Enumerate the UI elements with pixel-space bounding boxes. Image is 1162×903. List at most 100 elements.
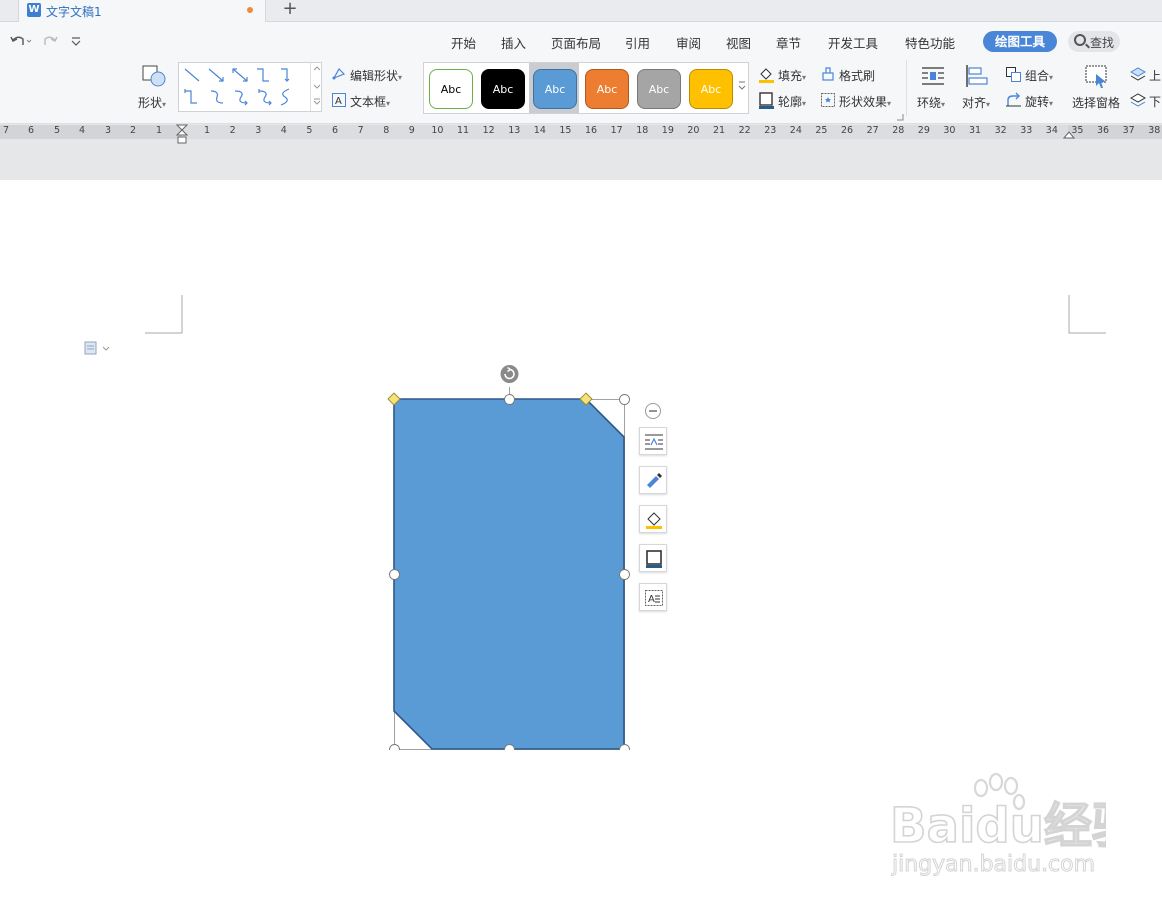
edit-shape-button[interactable]: 编辑形状▾ bbox=[331, 66, 415, 84]
style-swatch-4[interactable]: Abc bbox=[585, 69, 629, 109]
menu-page-layout[interactable]: 页面布局 bbox=[551, 33, 601, 52]
menu-references[interactable]: 引用 bbox=[625, 33, 650, 52]
wrap-label: 环绕 bbox=[917, 96, 942, 110]
shape-body[interactable] bbox=[393, 398, 625, 750]
bring-forward-button[interactable]: 上 bbox=[1129, 66, 1162, 84]
align-button[interactable]: 对齐▾ bbox=[960, 62, 996, 114]
float-outline-button[interactable] bbox=[639, 544, 667, 572]
document-page[interactable]: A Baidu经验 jingyan.baidu.com bbox=[0, 180, 1162, 903]
style-gallery-more-icon[interactable] bbox=[737, 77, 747, 97]
wrap-button[interactable]: 环绕▾ bbox=[916, 62, 952, 114]
ruler-tick-label: 21 bbox=[713, 125, 726, 136]
undo-icon[interactable] bbox=[10, 34, 32, 52]
customize-icon[interactable] bbox=[70, 34, 82, 52]
line-shapes-icon bbox=[184, 68, 290, 106]
document-tab[interactable]: W 文字文稿1 bbox=[18, 0, 266, 22]
lines-gallery-scroll[interactable] bbox=[310, 63, 322, 111]
outline-label: 轮廓 bbox=[778, 95, 803, 109]
menu-drawing-tools[interactable]: 绘图工具 bbox=[983, 31, 1057, 52]
float-wrap-button[interactable] bbox=[639, 427, 667, 455]
fill-bucket-icon bbox=[759, 68, 774, 83]
dialog-launcher-icon[interactable] bbox=[896, 110, 904, 121]
send-backward-icon bbox=[1129, 93, 1146, 107]
outline-icon bbox=[759, 92, 774, 109]
ruler-tick-label: 23 bbox=[764, 125, 777, 136]
redo-icon[interactable] bbox=[42, 34, 58, 52]
menu-review[interactable]: 审阅 bbox=[676, 33, 701, 52]
edit-shape-icon bbox=[332, 68, 346, 80]
format-painter-label: 格式刷 bbox=[839, 69, 876, 83]
resize-handle-bottom-right[interactable] bbox=[619, 744, 630, 751]
rotate-icon bbox=[1006, 92, 1021, 107]
search-button[interactable]: 查找 bbox=[1068, 31, 1120, 52]
shapes-icon bbox=[142, 65, 166, 87]
shape-style-icon bbox=[647, 473, 662, 488]
ruler-tick-label: 25 bbox=[815, 125, 828, 136]
format-painter-button[interactable]: 格式刷 bbox=[820, 66, 880, 84]
float-textbox-button[interactable]: A bbox=[639, 583, 667, 611]
new-tab-button[interactable]: + bbox=[280, 0, 300, 20]
ruler-tick-label: 2 bbox=[130, 125, 137, 136]
send-backward-button[interactable]: 下 bbox=[1129, 92, 1162, 110]
resize-handle-top-right[interactable] bbox=[619, 394, 630, 405]
group-button[interactable]: 组合▾ bbox=[1005, 66, 1061, 84]
menu-developer[interactable]: 开发工具 bbox=[828, 33, 878, 52]
style-swatch-2[interactable]: Abc bbox=[481, 69, 525, 109]
ruler-tick-label: 17 bbox=[610, 125, 623, 136]
shape-button[interactable]: 形状▾ bbox=[136, 62, 172, 112]
ruler-tick-label: 19 bbox=[661, 125, 674, 136]
indent-marker-icon[interactable] bbox=[176, 124, 188, 146]
ruler-tick-label: 7 bbox=[357, 125, 364, 136]
ruler-tick-label: 37 bbox=[1122, 125, 1135, 136]
ruler-tick-label: 38 bbox=[1148, 125, 1161, 136]
menu-special-features[interactable]: 特色功能 bbox=[905, 33, 955, 52]
menu-start[interactable]: 开始 bbox=[451, 33, 476, 52]
textbox-button[interactable]: A 文本框▾ bbox=[331, 92, 401, 110]
style-swatch-3[interactable]: Abc bbox=[533, 69, 577, 109]
right-indent-marker-icon[interactable] bbox=[1063, 129, 1075, 139]
resize-handle-bottom-left[interactable] bbox=[389, 744, 400, 751]
selection-pane-icon bbox=[1085, 65, 1107, 88]
selection-pane-label: 选择窗格 bbox=[1072, 96, 1121, 110]
resize-handle-bottom[interactable] bbox=[504, 744, 515, 751]
top-left-margin-mark bbox=[145, 295, 183, 334]
ruler-tick-label: 31 bbox=[969, 125, 982, 136]
horizontal-ruler[interactable]: 7 6 5 4 3 2 1 1 2 3 4 5 6 7 8 9 10 11 12 13 14 15 16 17 18 19 20 21… bbox=[0, 124, 1162, 180]
ruler-tick-label: 34 bbox=[1045, 125, 1058, 136]
document-title: 文字文稿1 bbox=[46, 5, 102, 19]
float-fill-button[interactable] bbox=[639, 505, 667, 533]
ruler-tick-label: 14 bbox=[533, 125, 546, 136]
resize-handle-right[interactable] bbox=[619, 569, 630, 580]
ruler-tick-label: 4 bbox=[79, 125, 86, 136]
menu-view[interactable]: 视图 bbox=[726, 33, 751, 52]
wrap-text-icon bbox=[645, 434, 663, 450]
shape-effects-button[interactable]: 形状效果▾ bbox=[820, 92, 900, 110]
outline-button[interactable]: 轮廓▾ bbox=[758, 92, 814, 110]
ruler-tick-label: 2 bbox=[229, 125, 236, 136]
ruler-tick-label: 1 bbox=[156, 125, 163, 136]
align-icon bbox=[966, 65, 988, 87]
style-swatch-1[interactable]: Abc bbox=[429, 69, 473, 109]
snipped-rectangle-shape[interactable] bbox=[380, 360, 640, 750]
textbox-label: 文本框 bbox=[350, 95, 387, 109]
paste-options-icon[interactable] bbox=[84, 341, 112, 355]
style-swatch-5[interactable]: Abc bbox=[637, 69, 681, 109]
minus-circle-icon[interactable] bbox=[644, 402, 662, 420]
resize-handle-top[interactable] bbox=[504, 394, 515, 405]
search-icon bbox=[1074, 34, 1086, 46]
selection-pane-button[interactable]: 选择窗格 bbox=[1070, 62, 1122, 114]
menu-chapter[interactable]: 章节 bbox=[776, 33, 801, 52]
menu-insert[interactable]: 插入 bbox=[501, 33, 526, 52]
writer-doc-icon: W bbox=[27, 3, 41, 17]
lines-gallery[interactable] bbox=[178, 62, 322, 112]
top-right-margin-mark bbox=[1068, 295, 1106, 334]
resize-handle-left[interactable] bbox=[389, 569, 400, 580]
ruler-tick-label: 33 bbox=[1020, 125, 1033, 136]
rotate-button[interactable]: 旋转▾ bbox=[1005, 92, 1061, 110]
style-swatch-6[interactable]: Abc bbox=[689, 69, 733, 109]
fill-button[interactable]: 填充▾ bbox=[758, 66, 814, 84]
float-style-button[interactable] bbox=[639, 466, 667, 494]
ruler-tick-label: 3 bbox=[105, 125, 112, 136]
ruler-tick-label: 1 bbox=[204, 125, 211, 136]
rotate-handle-icon[interactable] bbox=[500, 365, 519, 383]
